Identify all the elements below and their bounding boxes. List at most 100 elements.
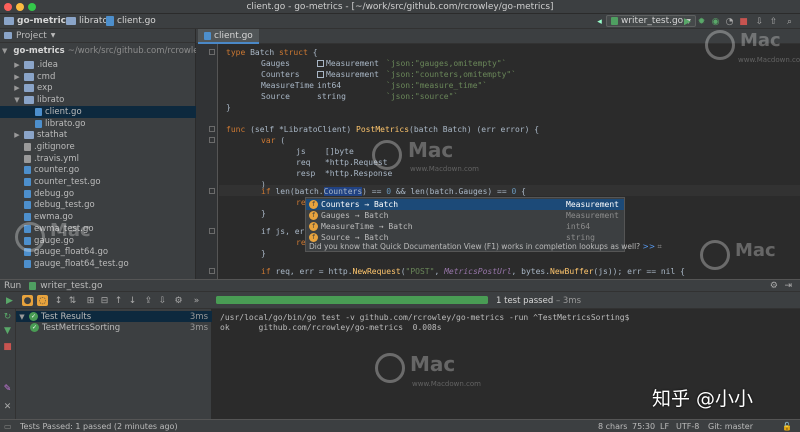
code-line: func (self *LibratoClient) PostMetrics(b… <box>226 125 540 134</box>
file-encoding[interactable]: UTF-8 <box>676 422 699 431</box>
watermark-logo <box>700 240 730 270</box>
fold-marker-icon[interactable] <box>209 268 215 274</box>
project-file-item[interactable]: debug.go <box>0 188 196 200</box>
previous-failed-icon[interactable]: ↑ <box>113 295 124 306</box>
completion-item[interactable]: f Counters → Batch Measurement <box>306 199 624 210</box>
watermark-logo <box>375 353 405 383</box>
completion-item-type: string <box>566 233 595 242</box>
file-icon <box>24 213 31 222</box>
next-failed-icon[interactable]: ↓ <box>127 295 138 306</box>
expand-arrow-icon[interactable]: ▶ <box>13 61 21 69</box>
vcs-update-icon[interactable]: ⇩ <box>754 16 765 27</box>
fold-marker-icon[interactable] <box>209 49 215 55</box>
vcs-branch[interactable]: Git: master <box>708 422 753 431</box>
expand-arrow-icon[interactable]: ▶ <box>13 84 21 92</box>
project-file-item[interactable]: client.go <box>0 105 196 118</box>
completion-item[interactable]: f Gauges → Batch Measurement <box>306 210 624 221</box>
project-folder-item[interactable]: ▶ cmd <box>0 71 196 83</box>
file-icon <box>35 119 42 128</box>
test-result-item[interactable]: ▼ ✓ Test Results 3ms <box>16 311 212 322</box>
coverage-icon[interactable]: ◉ <box>710 16 721 27</box>
caret-position[interactable]: 75:30 <box>632 422 655 431</box>
code-line: Source string `json:"source"` <box>261 92 459 101</box>
navigation-bar: go-metrics librato client.go ◂ writer_te… <box>0 14 800 29</box>
sort-duration-icon[interactable]: ⇅ <box>67 295 78 306</box>
file-icon <box>24 142 31 151</box>
status-message[interactable]: Tests Passed: 1 passed (2 minutes ago) <box>20 422 178 431</box>
project-root-path: ~/work/src/github.com/rcrowley <box>67 46 204 56</box>
show-ignored-icon[interactable]: ◌ <box>37 295 48 306</box>
tree-item-label: librato <box>37 95 65 106</box>
settings-gear-icon[interactable]: ⚙ <box>770 281 778 291</box>
more-icon[interactable]: » <box>191 295 202 306</box>
import-results-icon[interactable]: ⇩ <box>157 295 168 306</box>
file-icon <box>24 259 31 268</box>
project-folder-item[interactable]: ▶ stathat <box>0 129 196 141</box>
close-run-icon[interactable]: ✕ <box>2 401 13 412</box>
pin-icon[interactable]: ⌗ <box>658 242 662 251</box>
editor-gutter[interactable] <box>196 44 218 279</box>
fold-marker-icon[interactable] <box>209 126 215 132</box>
project-file-item[interactable]: gauge_float64_test.go <box>0 258 196 270</box>
stop-icon[interactable]: ■ <box>738 16 749 27</box>
run-config-tab[interactable]: writer_test.go <box>40 281 102 291</box>
vcs-commit-icon[interactable]: ⇧ <box>768 16 779 27</box>
tree-item-label: counter.go <box>34 165 80 176</box>
project-file-item[interactable]: librato.go <box>0 118 196 130</box>
project-file-item[interactable]: .gitignore <box>0 141 196 153</box>
project-folder-item[interactable]: ▶ .idea <box>0 59 196 71</box>
project-folder-item[interactable]: ▼ librato <box>0 94 196 106</box>
export-results-icon[interactable]: ⇪ <box>143 295 154 306</box>
code-line: if js, err <box>261 227 310 236</box>
project-file-item[interactable]: .travis.yml <box>0 153 196 165</box>
completion-item[interactable]: f MeasureTime → Batch int64 <box>306 221 624 232</box>
project-file-item[interactable]: counter.go <box>0 164 196 176</box>
pin-tab-icon[interactable]: ✎ <box>2 383 13 394</box>
toggle-auto-test-icon[interactable]: ▼ <box>2 325 13 336</box>
breadcrumb-project[interactable]: go-metrics <box>4 16 71 26</box>
breadcrumb-file[interactable]: client.go <box>106 16 156 26</box>
lock-icon[interactable]: 🔓 <box>782 422 792 431</box>
breadcrumb-folder[interactable]: librato <box>66 16 108 26</box>
project-folder-item[interactable]: ▶ exp <box>0 82 196 94</box>
expand-arrow-icon[interactable]: ▼ <box>2 47 7 55</box>
expand-arrow-icon[interactable]: ▶ <box>13 73 21 81</box>
project-root[interactable]: ▼ go-metrics ~/work/src/github.com/rcrow… <box>0 45 203 57</box>
test-result-label: TestMetricsSorting <box>42 322 121 333</box>
code-line: resp *http.Response <box>296 169 393 178</box>
stop-run-icon[interactable]: ■ <box>2 341 13 352</box>
profile-icon[interactable]: ◔ <box>724 16 735 27</box>
rerun-icon[interactable]: ▶ <box>4 295 15 306</box>
show-passed-icon[interactable]: ● <box>22 295 33 306</box>
hide-panel-icon[interactable]: ⇥ <box>784 281 792 291</box>
search-icon[interactable]: ⌕ <box>784 16 795 27</box>
expand-all-icon[interactable]: ⊞ <box>85 295 96 306</box>
back-arrow-icon[interactable]: ◂ <box>594 16 605 27</box>
tab-client-go[interactable]: client.go <box>198 29 259 44</box>
code-line: } <box>261 209 266 218</box>
run-icon[interactable]: ▶ <box>682 16 693 27</box>
tree-item-label: client.go <box>45 106 82 117</box>
project-panel-header[interactable]: Project ▼ <box>0 29 195 43</box>
watermark-brand: Mac <box>408 138 454 162</box>
debug-icon[interactable]: ✹ <box>696 16 707 27</box>
expand-arrow-icon[interactable]: ▼ <box>18 313 26 321</box>
project-file-item[interactable]: counter_test.go <box>0 176 196 188</box>
collapse-all-icon[interactable]: ⊟ <box>99 295 110 306</box>
status-bar-icon[interactable]: ▭ <box>4 422 12 431</box>
sort-alpha-icon[interactable]: ↕ <box>53 295 64 306</box>
fold-marker-icon[interactable] <box>209 228 215 234</box>
expand-arrow-icon[interactable]: ▼ <box>13 96 21 104</box>
project-file-item[interactable]: debug_test.go <box>0 199 196 211</box>
completion-item-type: Measurement <box>566 211 619 220</box>
rerun-failed-icon[interactable]: ↻ <box>2 311 13 322</box>
tip-link[interactable]: >> <box>643 242 656 251</box>
expand-arrow-icon[interactable]: ▶ <box>13 131 21 139</box>
completion-item-name: Gauges → Batch <box>321 211 389 220</box>
fold-marker-icon[interactable] <box>209 188 215 194</box>
test-settings-icon[interactable]: ⚙ <box>173 295 184 306</box>
fold-marker-icon[interactable] <box>209 137 215 143</box>
file-icon <box>35 107 42 116</box>
line-separator[interactable]: LF <box>660 422 669 431</box>
test-result-item[interactable]: ✓ TestMetricsSorting 3ms <box>16 322 212 333</box>
